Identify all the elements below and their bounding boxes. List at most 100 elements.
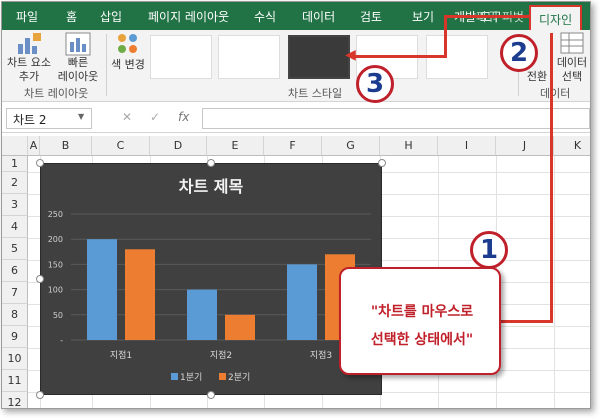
row-header[interactable]: 4 [2, 216, 28, 238]
bar [287, 264, 317, 340]
tab-file[interactable]: 파일 [16, 8, 38, 25]
step-3-badge: 3 [356, 65, 394, 103]
column-header[interactable]: E [207, 136, 264, 156]
select-data-button[interactable]: 데이터 선택 [554, 32, 590, 83]
x-tick-label: 지점3 [310, 349, 332, 361]
select-data-icon [560, 32, 584, 54]
group-chart-layout-label: 차트 레이아웃 [24, 87, 89, 100]
x-tick-label: 지점1 [110, 349, 132, 361]
row-header[interactable]: 6 [2, 260, 28, 282]
ribbon-separator [106, 34, 107, 96]
arrow-line-1-horizontal [501, 320, 553, 323]
arrow-line-3 [354, 55, 446, 58]
y-tick-label: - [60, 336, 63, 345]
callout-line-1: "차트를 마우스로 [370, 304, 474, 320]
chart-object[interactable]: 차트 제목 250 200 150 100 50 - 지점1 지점2 지점3 1분기 2분기 [40, 163, 382, 395]
row-header[interactable]: 11 [2, 370, 28, 392]
excel-window: 파일 홈 삽입 페이지 레이아웃 수식 데이터 검토 보기 개발 도구 파워 피… [1, 1, 591, 409]
resize-handle[interactable] [36, 159, 44, 167]
column-header[interactable]: F [264, 136, 322, 156]
resize-handle[interactable] [36, 275, 44, 283]
row-header[interactable]: 5 [2, 238, 28, 260]
row-header[interactable]: 12 [2, 392, 28, 408]
column-header[interactable]: J [496, 136, 554, 156]
quick-layout-icon [65, 32, 91, 56]
resize-handle[interactable] [207, 391, 215, 399]
column-header[interactable]: C [92, 136, 150, 156]
legend-swatch [219, 373, 226, 380]
bar [225, 314, 255, 340]
name-box-dropdown-icon[interactable]: ▼ [78, 112, 84, 121]
resize-handle[interactable] [378, 159, 386, 167]
tab-home[interactable]: 홈 [66, 8, 77, 25]
chart-element-icon [18, 33, 41, 54]
tab-page-layout[interactable]: 페이지 레이아웃 [148, 8, 229, 25]
palette-icon [118, 34, 137, 53]
row-header[interactable]: 10 [2, 348, 28, 370]
legend-label: 2분기 [228, 372, 250, 383]
ribbon-body: 차트 요소 추가 빠른 레이아웃 차트 레이아웃 색 변경 차트 스타일 전환 … [2, 30, 590, 102]
tab-review[interactable]: 검토 [360, 8, 382, 25]
y-tick-label: 200 [48, 235, 63, 244]
cancel-icon[interactable]: ✕ [122, 110, 132, 124]
column-header[interactable]: K [554, 136, 590, 156]
add-chart-element-label-1: 차트 요소 [7, 56, 51, 69]
quick-layout-button[interactable]: 빠른 레이아웃 [54, 32, 102, 83]
add-chart-element-label-2: 추가 [18, 70, 40, 83]
column-header[interactable]: H [380, 136, 438, 156]
y-tick-label: 250 [48, 210, 63, 219]
step-2-badge: 2 [500, 34, 538, 72]
tab-data[interactable]: 데이터 [302, 8, 335, 25]
change-colors-button[interactable]: 색 변경 [108, 32, 148, 82]
chart-style-2[interactable] [218, 35, 280, 79]
quick-layout-label-1: 빠른 [67, 56, 89, 69]
row-header[interactable]: 9 [2, 326, 28, 348]
tab-view[interactable]: 보기 [412, 8, 434, 25]
arrow-line-2-vertical [444, 15, 447, 58]
column-header[interactable]: A [28, 136, 40, 156]
row-header[interactable]: 7 [2, 282, 28, 304]
group-data-label: 데이터 [540, 87, 571, 100]
row-header[interactable]: 1 [2, 156, 28, 172]
arrow-head-icon: ◀ [345, 47, 356, 63]
switch-row-column-label: 전환 [526, 70, 548, 83]
row-header[interactable]: 3 [2, 194, 28, 216]
quick-layout-label-2: 레이아웃 [57, 70, 99, 83]
y-tick-label: 50 [53, 311, 63, 320]
chart-title: 차트 제목 [179, 177, 244, 196]
tab-design[interactable]: 디자인 [529, 5, 583, 30]
y-tick-label: 150 [48, 260, 63, 269]
confirm-icon[interactable]: ✓ [150, 110, 160, 124]
legend-label: 1분기 [180, 372, 202, 383]
tab-formulas[interactable]: 수식 [254, 8, 276, 25]
formula-input[interactable] [202, 108, 590, 129]
arrow-line-2-horizontal [444, 15, 530, 18]
row-header[interactable]: 8 [2, 304, 28, 326]
insert-function-icon[interactable]: fx [178, 110, 189, 124]
bar [125, 249, 155, 340]
group-chart-styles-label: 차트 스타일 [288, 87, 343, 100]
chart-style-dark-selected[interactable] [288, 35, 350, 79]
legend-swatch [171, 373, 178, 380]
callout-line-2: 선택한 상태에서" [370, 332, 474, 348]
bar [187, 289, 217, 340]
chart-style-1[interactable] [150, 35, 212, 79]
select-all-corner[interactable] [2, 136, 28, 156]
column-header[interactable]: G [322, 136, 380, 156]
resize-handle[interactable] [207, 159, 215, 167]
arrow-line-1-vertical [550, 33, 553, 323]
x-tick-label: 지점2 [210, 349, 232, 361]
resize-handle[interactable] [36, 391, 44, 399]
select-data-label-1: 데이터 [556, 56, 588, 69]
y-tick-label: 100 [48, 286, 63, 295]
tab-insert[interactable]: 삽입 [100, 8, 122, 25]
row-header[interactable]: 2 [2, 172, 28, 194]
step-1-badge: 1 [470, 231, 508, 269]
change-colors-label: 색 변경 [111, 58, 145, 71]
chart-svg: 차트 제목 250 200 150 100 50 - 지점1 지점2 지점3 1분기 2분기 [48, 177, 371, 383]
column-header[interactable]: I [438, 136, 496, 156]
add-chart-element-button[interactable]: 차트 요소 추가 [6, 32, 52, 83]
column-header[interactable]: B [40, 136, 92, 156]
instruction-callout: "차트를 마우스로 선택한 상태에서" [339, 267, 501, 375]
column-header[interactable]: D [150, 136, 207, 156]
